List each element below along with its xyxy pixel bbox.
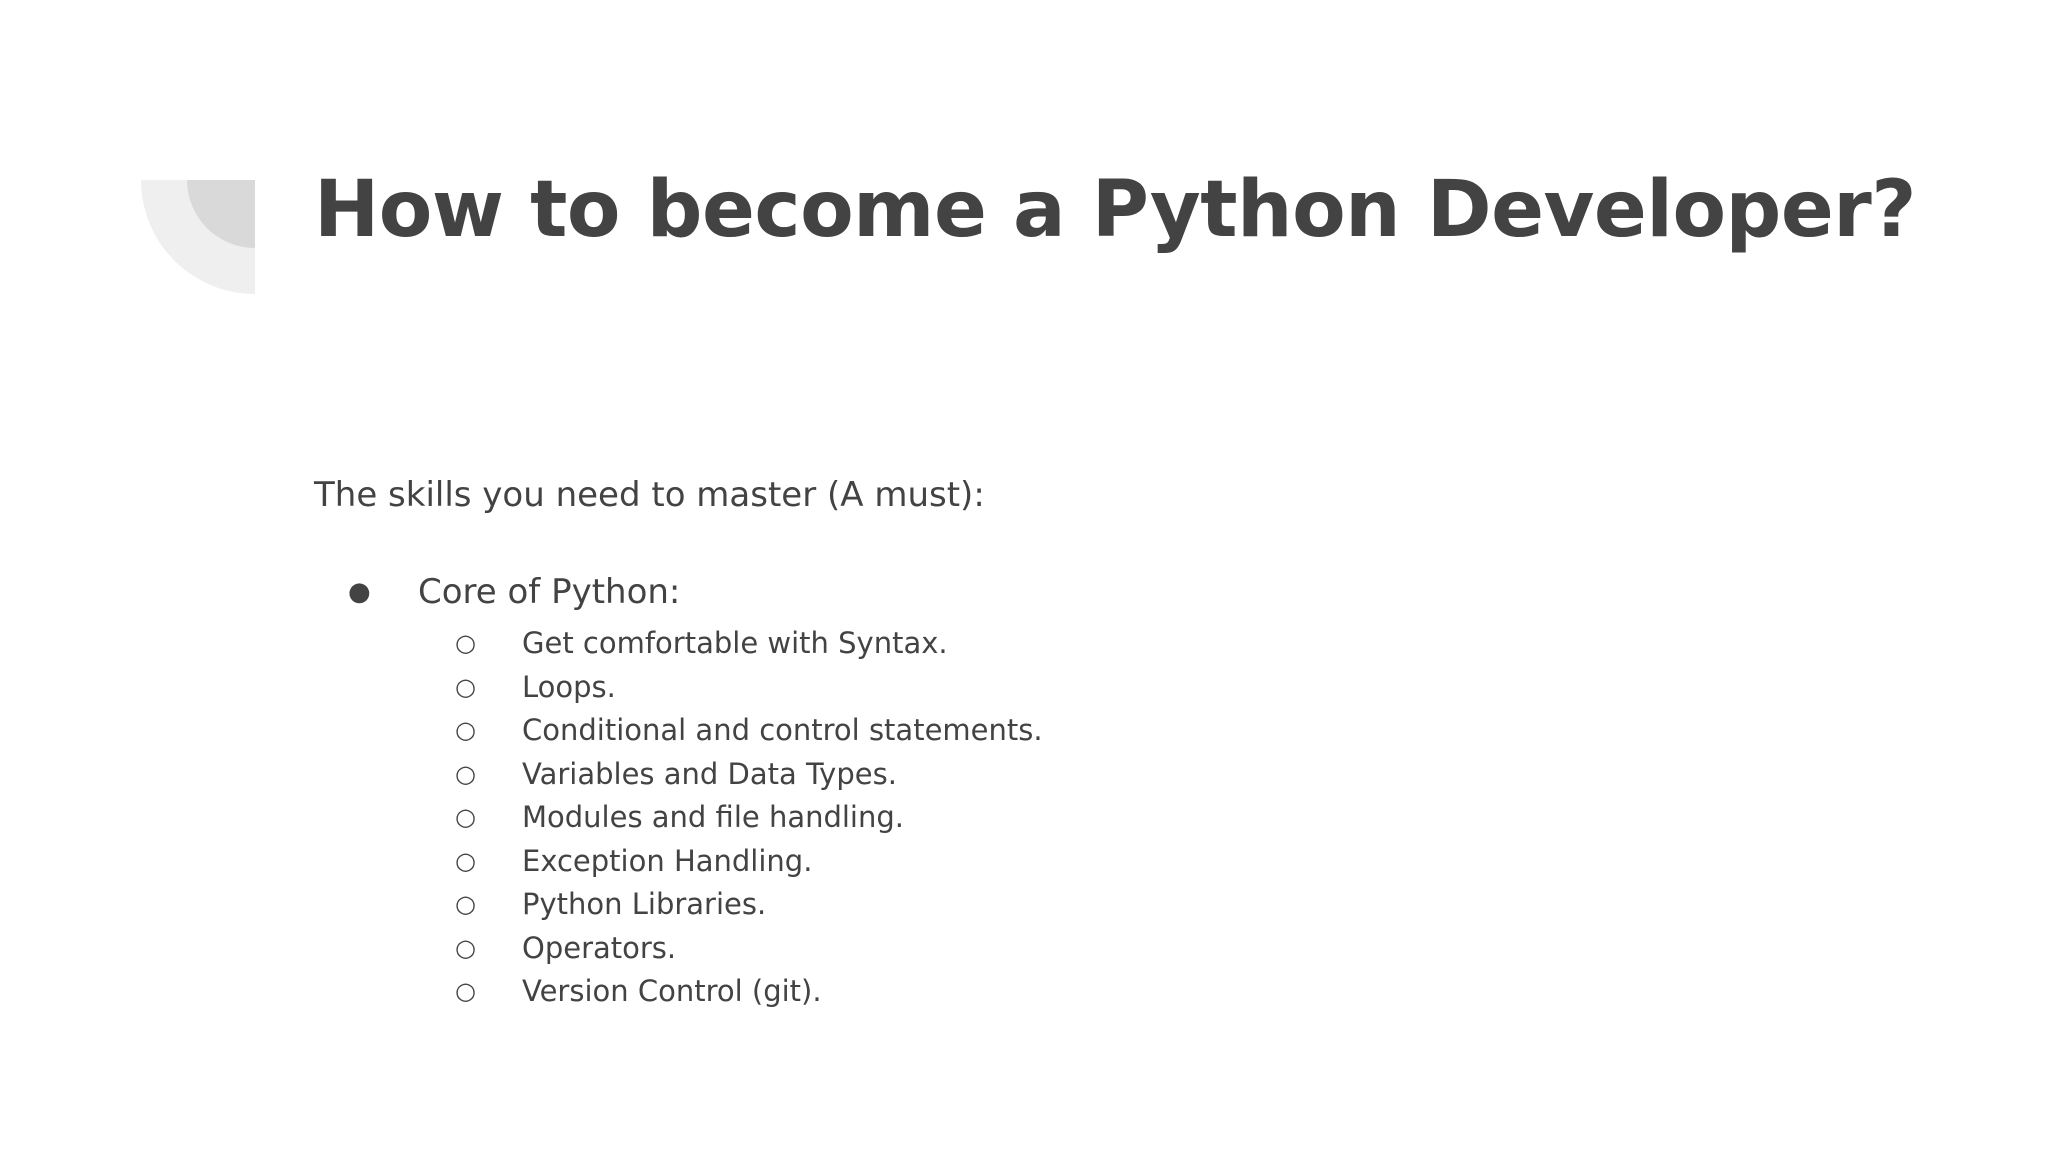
- list-item-label: Core of Python:: [418, 572, 681, 612]
- hollow-bullet-icon: ○: [455, 977, 476, 1005]
- hollow-bullet-icon: ○: [455, 759, 476, 788]
- list-item-label: Get comfortable with Syntax.: [522, 626, 948, 660]
- quarter-circle-decoration-icon: [141, 180, 255, 294]
- hollow-bullet-icon: ○: [455, 803, 476, 831]
- hollow-bullet-icon: ○: [455, 672, 476, 701]
- hollow-bullet-icon: ○: [455, 933, 476, 962]
- list-item-label: Conditional and control statements.: [522, 713, 1043, 747]
- list-item-label: Version Control (git).: [522, 974, 822, 1008]
- filled-bullet-icon: ●: [348, 577, 371, 607]
- slide-title: How to become a Python Developer?: [314, 165, 1917, 255]
- list-item-label: Modules and file handling.: [522, 800, 904, 834]
- intro-text: The skills you need to master (A must):: [314, 475, 985, 515]
- list-item-label: Loops.: [522, 669, 616, 704]
- hollow-bullet-icon: ○: [455, 846, 476, 875]
- slide: How to become a Python Developer? The sk…: [0, 0, 2048, 1152]
- list-item-label: Operators.: [522, 930, 677, 965]
- list-item-label: Variables and Data Types.: [522, 756, 897, 791]
- hollow-bullet-icon: ○: [455, 629, 476, 657]
- list-item-label: Python Libraries.: [522, 887, 767, 921]
- hollow-bullet-icon: ○: [455, 890, 476, 918]
- list-item-label: Exception Handling.: [522, 843, 813, 878]
- hollow-bullet-icon: ○: [455, 716, 476, 744]
